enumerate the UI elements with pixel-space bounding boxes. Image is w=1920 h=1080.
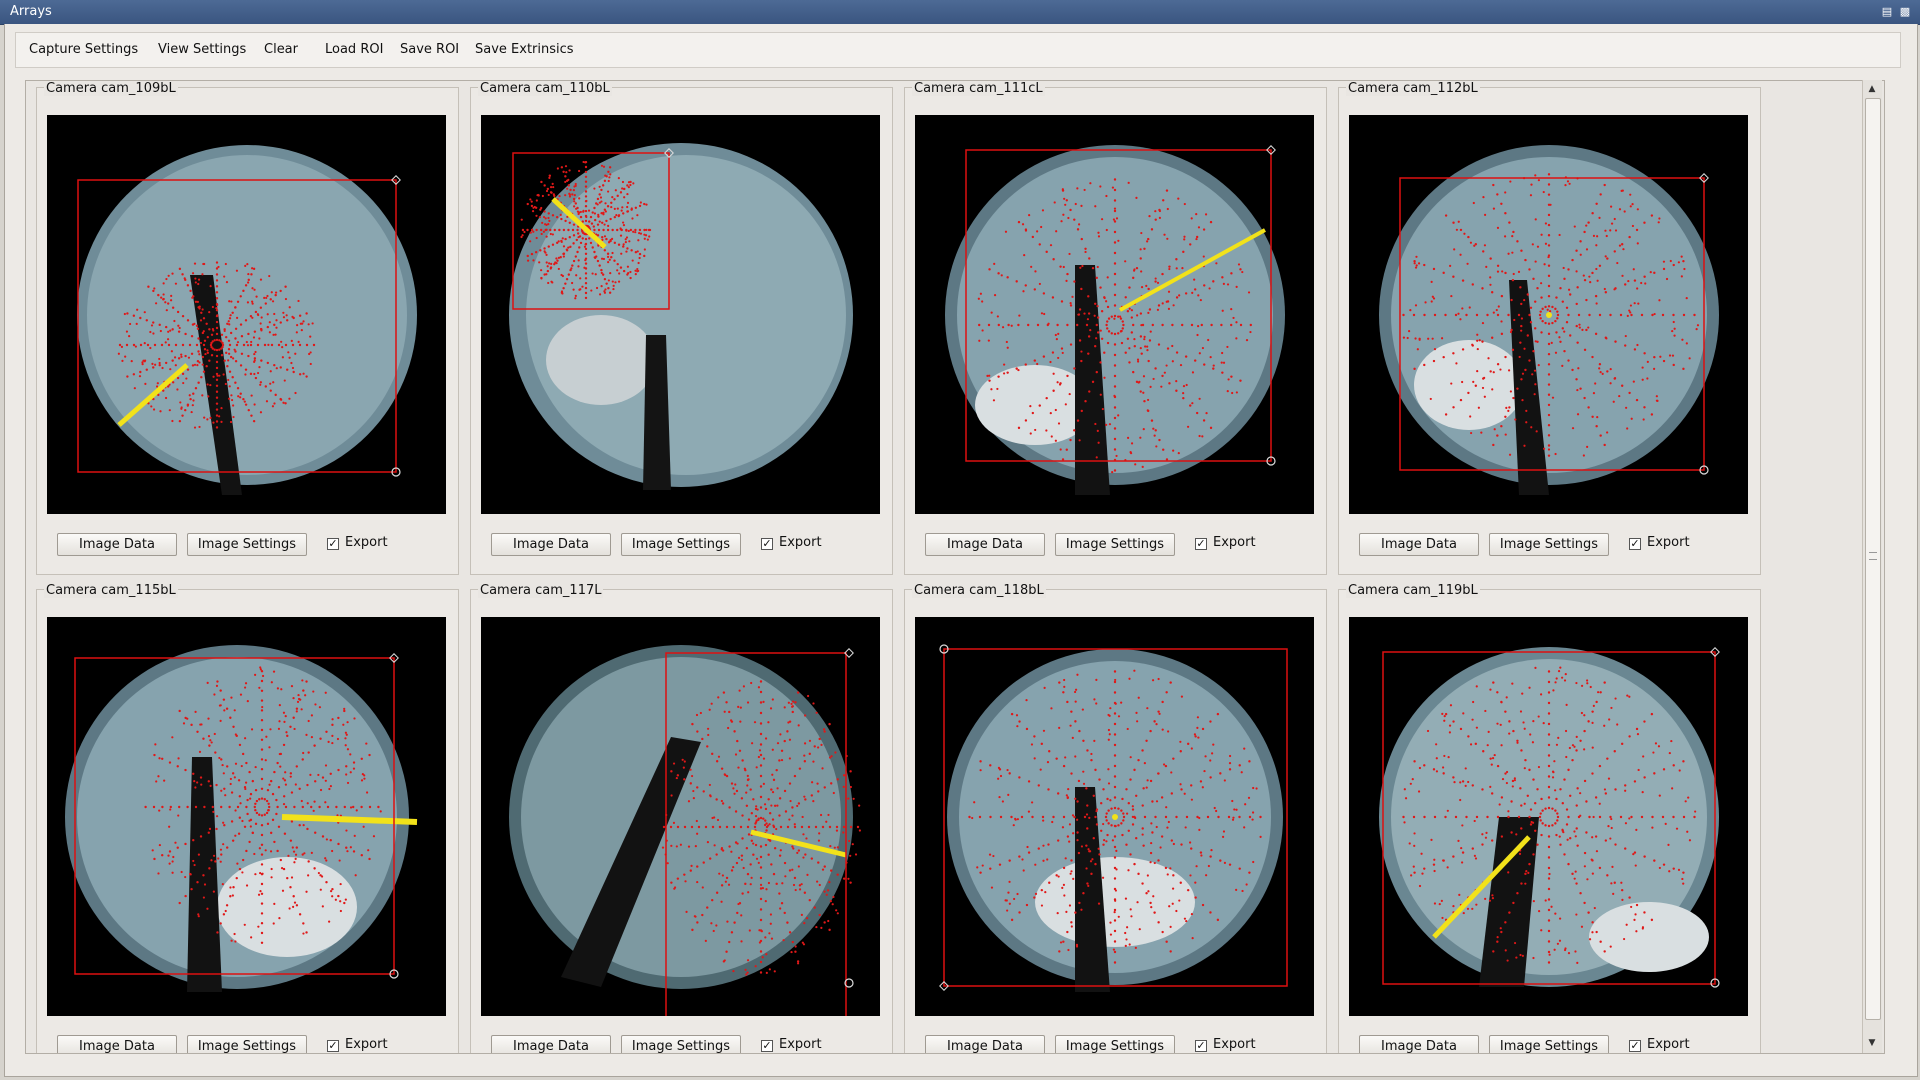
- image-settings-button[interactable]: Image Settings: [187, 1035, 307, 1053]
- fisheye-view[interactable]: [1349, 617, 1748, 1016]
- scrollbar-thumb[interactable]: [1865, 98, 1881, 1020]
- scroll-down-icon[interactable]: ▼: [1866, 1037, 1878, 1049]
- image-settings-button[interactable]: Image Settings: [187, 533, 307, 556]
- export-label: Export: [345, 1037, 388, 1052]
- close-icon[interactable]: ▩: [1898, 5, 1912, 19]
- image-data-button[interactable]: Image Data: [491, 1035, 611, 1053]
- window-title: Arrays: [10, 4, 52, 19]
- title-bar: Arrays ▤ ▩: [0, 0, 1920, 25]
- camera-image[interactable]: [481, 617, 880, 1016]
- camera-image[interactable]: [47, 617, 446, 1016]
- toolbar: Capture Settings View Settings Clear Loa…: [15, 32, 1901, 68]
- image-settings-button[interactable]: Image Settings: [1055, 533, 1175, 556]
- scroll-up-icon[interactable]: ▲: [1866, 83, 1878, 95]
- export-label: Export: [1647, 1037, 1690, 1052]
- camera-image[interactable]: [47, 115, 446, 514]
- image-data-button[interactable]: Image Data: [1359, 533, 1479, 556]
- export-checkbox[interactable]: ✓: [1195, 1040, 1207, 1052]
- camera-panel: Camera cam_109bL Image Data Image Settin…: [36, 81, 459, 575]
- image-data-button[interactable]: Image Data: [1359, 1035, 1479, 1053]
- camera-panel: Camera cam_111cL Image Data Image Settin…: [904, 81, 1327, 575]
- fisheye-view[interactable]: [915, 617, 1314, 1016]
- export-label: Export: [1647, 535, 1690, 550]
- fisheye-view[interactable]: [1349, 115, 1748, 514]
- camera-title: Camera cam_117L: [478, 583, 604, 598]
- export-checkbox[interactable]: ✓: [1195, 538, 1207, 550]
- camera-title: Camera cam_118bL: [912, 583, 1046, 598]
- load-roi-button[interactable]: Load ROI: [314, 33, 394, 67]
- image-data-button[interactable]: Image Data: [491, 533, 611, 556]
- fisheye-view[interactable]: [47, 115, 446, 514]
- image-data-button[interactable]: Image Data: [925, 533, 1045, 556]
- export-label: Export: [779, 1037, 822, 1052]
- export-checkbox[interactable]: ✓: [761, 1040, 773, 1052]
- camera-title: Camera cam_119bL: [1346, 583, 1480, 598]
- export-label: Export: [779, 535, 822, 550]
- export-label: Export: [345, 535, 388, 550]
- camera-title: Camera cam_115bL: [44, 583, 178, 598]
- fisheye-view[interactable]: [915, 115, 1314, 514]
- camera-panel: Camera cam_110bL Image Data Image Settin…: [470, 81, 893, 575]
- camera-panel: Camera cam_115bL Image Data Image Settin…: [36, 583, 459, 1053]
- camera-title: Camera cam_112bL: [1346, 81, 1480, 96]
- camera-image[interactable]: [1349, 617, 1748, 1016]
- camera-grid: Camera cam_109bL Image Data Image Settin…: [25, 80, 1885, 1054]
- image-settings-button[interactable]: Image Settings: [1489, 533, 1609, 556]
- export-checkbox[interactable]: ✓: [1629, 538, 1641, 550]
- clear-button[interactable]: Clear: [253, 33, 309, 67]
- fisheye-view[interactable]: [47, 617, 446, 1016]
- export-checkbox[interactable]: ✓: [1629, 1040, 1641, 1052]
- save-extrinsics-button[interactable]: Save Extrinsics: [464, 33, 585, 67]
- save-roi-button[interactable]: Save ROI: [389, 33, 470, 67]
- fisheye-view[interactable]: [481, 115, 880, 514]
- camera-panel: Camera cam_112bL Image Data Image Settin…: [1338, 81, 1761, 575]
- image-settings-button[interactable]: Image Settings: [1055, 1035, 1175, 1053]
- export-label: Export: [1213, 535, 1256, 550]
- fisheye-view[interactable]: [481, 617, 880, 1016]
- image-data-button[interactable]: Image Data: [925, 1035, 1045, 1053]
- camera-title: Camera cam_109bL: [44, 81, 178, 96]
- export-checkbox[interactable]: ✓: [327, 1040, 339, 1052]
- camera-image[interactable]: [481, 115, 880, 514]
- vertical-scrollbar[interactable]: ▲ ▼: [1862, 80, 1882, 1053]
- camera-image[interactable]: [915, 617, 1314, 1016]
- capture-settings-button[interactable]: Capture Settings: [18, 33, 149, 67]
- export-label: Export: [1213, 1037, 1256, 1052]
- export-checkbox[interactable]: ✓: [761, 538, 773, 550]
- camera-panel: Camera cam_119bL Image Data Image Settin…: [1338, 583, 1761, 1053]
- image-data-button[interactable]: Image Data: [57, 1035, 177, 1053]
- main-window: Capture Settings View Settings Clear Loa…: [4, 24, 1918, 1077]
- export-checkbox[interactable]: ✓: [327, 538, 339, 550]
- grip-icon: [1869, 552, 1877, 560]
- camera-title: Camera cam_111cL: [912, 81, 1045, 96]
- camera-image[interactable]: [1349, 115, 1748, 514]
- camera-panel: Camera cam_117L Image Data Image Setting…: [470, 583, 893, 1053]
- image-settings-button[interactable]: Image Settings: [1489, 1035, 1609, 1053]
- camera-panel: Camera cam_118bL Image Data Image Settin…: [904, 583, 1327, 1053]
- image-data-button[interactable]: Image Data: [57, 533, 177, 556]
- view-settings-button[interactable]: View Settings: [147, 33, 257, 67]
- image-settings-button[interactable]: Image Settings: [621, 533, 741, 556]
- image-settings-button[interactable]: Image Settings: [621, 1035, 741, 1053]
- camera-image[interactable]: [915, 115, 1314, 514]
- maximize-icon[interactable]: ▤: [1880, 5, 1894, 19]
- camera-title: Camera cam_110bL: [478, 81, 612, 96]
